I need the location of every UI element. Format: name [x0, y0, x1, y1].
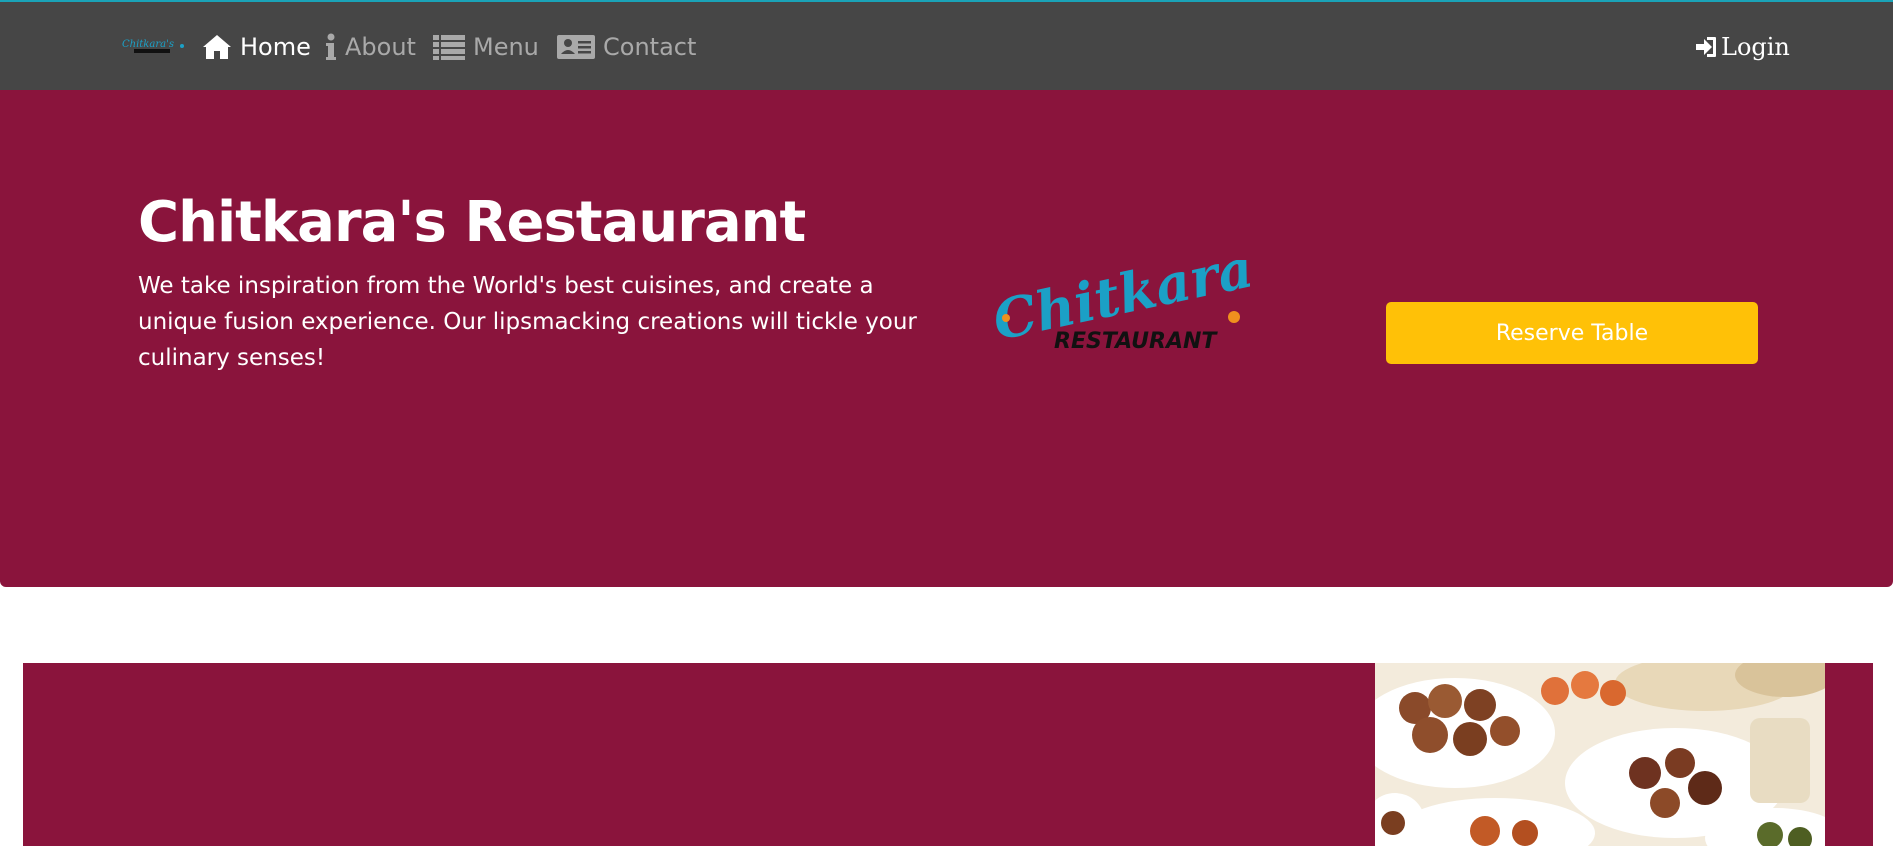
nav-menu[interactable]: Menu [433, 32, 539, 62]
nav-home-label: Home [240, 33, 311, 61]
nav-menu-label: Menu [473, 33, 539, 61]
login-link[interactable]: Login [1695, 32, 1790, 62]
info-icon [325, 33, 337, 61]
nav-contact[interactable]: Contact [557, 32, 696, 62]
hero-jumbotron: Chitkara's Restaurant We take inspiratio… [0, 90, 1893, 587]
home-icon [202, 34, 232, 60]
nav-home[interactable]: Home [202, 32, 311, 62]
sign-in-icon [1695, 36, 1717, 58]
restaurant-logo: Chitkara's RESTAURANT [987, 226, 1304, 355]
navbar: Chitkara's Home About Menu Contact Login [0, 2, 1893, 90]
hero-title: Chitkara's Restaurant [138, 190, 806, 255]
address-card-icon [557, 33, 595, 61]
featured-section [23, 663, 1873, 846]
nav-about[interactable]: About [325, 32, 416, 62]
logo-subtitle: RESTAURANT [1054, 329, 1218, 354]
svg-text:Chitkara's: Chitkara's [122, 39, 174, 50]
reserve-table-button[interactable]: Reserve Table [1386, 302, 1758, 364]
nav-contact-label: Contact [603, 33, 697, 61]
food-platter-image [1375, 663, 1825, 846]
login-label: Login [1721, 33, 1790, 61]
hero-description: We take inspiration from the World's bes… [138, 273, 917, 371]
nav-about-label: About [345, 33, 416, 61]
list-icon [433, 34, 465, 60]
brand-logo[interactable]: Chitkara's [120, 36, 186, 58]
